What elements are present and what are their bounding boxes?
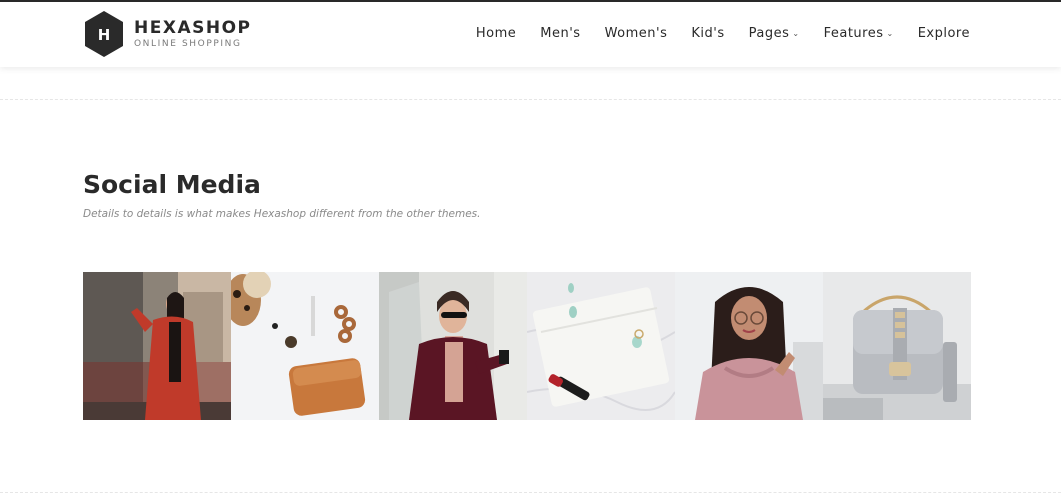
chevron-down-icon: ⌄ (886, 29, 894, 38)
white-clutch-lipstick-photo[interactable] (527, 272, 675, 420)
nav-pages[interactable]: Pages ⌄ (749, 26, 800, 41)
site-header: H HEXASHOP ONLINE SHOPPING Home Men's Wo… (0, 2, 1061, 67)
grey-handbag-photo[interactable] (823, 272, 971, 420)
logo[interactable]: H HEXASHOP ONLINE SHOPPING (83, 10, 252, 58)
section-title: Social Media (83, 170, 261, 199)
nav-kids[interactable]: Kid's (691, 26, 724, 41)
red-coat-woman-photo[interactable] (83, 272, 231, 420)
main-nav: Home Men's Women's Kid's Pages ⌄ Features… (452, 26, 970, 41)
section-divider (0, 99, 1061, 100)
nav-mens[interactable]: Men's (540, 26, 580, 41)
brand-name: HEXASHOP (134, 18, 252, 38)
wallet-accessories-photo[interactable] (231, 272, 379, 420)
burgundy-coat-woman-photo[interactable] (379, 272, 527, 420)
nav-explore[interactable]: Explore (918, 26, 970, 41)
nav-home[interactable]: Home (476, 26, 516, 41)
hexagon-logo-icon: H (83, 10, 125, 58)
pink-blouse-woman-photo[interactable] (675, 272, 823, 420)
nav-features[interactable]: Features ⌄ (824, 26, 894, 41)
footer-divider (0, 492, 1061, 493)
logo-letter: H (98, 26, 111, 44)
chevron-down-icon: ⌄ (792, 29, 800, 38)
nav-womens[interactable]: Women's (605, 26, 668, 41)
section-subtitle: Details to details is what makes Hexasho… (83, 208, 481, 220)
social-gallery (83, 272, 971, 420)
brand-tagline: ONLINE SHOPPING (134, 39, 242, 49)
